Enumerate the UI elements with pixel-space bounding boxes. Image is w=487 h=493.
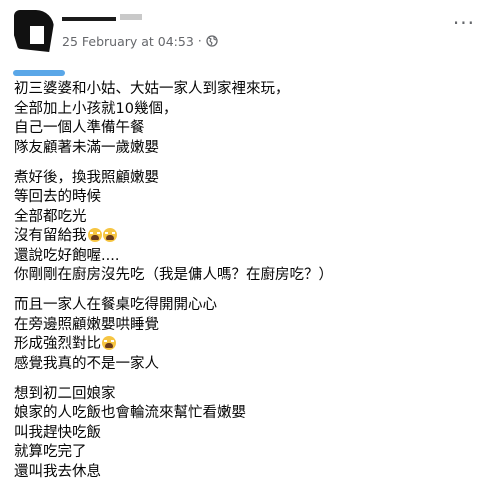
post-line: 自己一個人準備午餐 [14,120,145,136]
post-line: 感覺我真的不是一家人 [14,355,159,372]
post-line: 還說吃好飽喔.... [14,247,120,264]
globe-icon[interactable] [205,35,218,47]
more-options-icon[interactable]: ··· [453,13,475,33]
post-line-with-emoji: 沒有留給我 [14,227,474,247]
meta-separator: · [197,34,202,48]
post-line: 就算吃完了 [14,444,87,460]
crying-face-emoji-icon [102,228,117,242]
post-line: 全部都吃光 [14,208,87,225]
post-paragraph-4: 想到初二回娘家 娘家的人吃飯也會輪流來幫忙看嫩嬰 叫我趕快吃飯 就算吃完了 還叫… [14,385,474,483]
post-timestamp[interactable]: 25 February at 04:53 [62,34,194,49]
post-paragraph-1: 初三婆婆和小姑、大姑一家人到家裡來玩， 全部加上小孩就10幾個， 自己一個人準備… [14,80,474,158]
crying-face-emoji-icon [102,336,116,350]
post-line-with-emoji: 形成強烈對比 [14,335,474,355]
author-name-redaction-tail [120,14,142,20]
post-line-text: 沒有留給我 [14,228,87,244]
post-body: 初三婆婆和小姑、大姑一家人到家裡來玩， 全部加上小孩就10幾個， 自己一個人準備… [14,80,474,493]
post-line: 還叫我去休息 [14,463,101,480]
post-paragraph-2: 煮好後，換我照顧嫩嬰 等回去的時候 全部都吃光 沒有留給我 還說吃好飽喔....… [14,169,474,286]
avatar-mask [30,26,44,44]
post-line: 想到初二回娘家 [14,385,116,402]
post-line: 叫我趕快吃飯 [14,424,101,441]
post-paragraph-3: 而且一家人在餐桌吃得開開心心 在旁邊照顧嫩嬰哄睡覺 形成強烈對比 感覺我真的不是… [14,296,474,374]
post-line: 隊友顧著未滿一歲嫩嬰 [14,139,159,156]
post-line: 初三婆婆和小姑、大姑一家人到家裡來玩， [14,81,290,97]
post-line: 娘家的人吃飯也會輪流來幫忙看嫩嬰 [14,405,246,421]
post-header: 25 February at 04:53 · ··· [0,0,487,66]
post-line: 煮好後，換我照顧嫩嬰 [14,169,159,186]
post-line-text: 形成強烈對比 [14,336,101,352]
post-line: 你剛剛在廚房沒先吃（我是傭人嗎？在廚房吃？） [14,267,333,283]
post-line: 在旁邊照顧嫩嬰哄睡覺 [14,316,159,333]
post-line: 而且一家人在餐桌吃得開開心心 [14,297,217,313]
post-line: 等回去的時候 [14,189,101,205]
author-name-redaction [62,17,116,21]
mention-redaction [13,70,65,76]
crying-face-emoji-icon [87,228,102,242]
post-meta: 25 February at 04:53 · [62,32,218,50]
post-line: 全部加上小孩就10幾個， [14,100,178,117]
